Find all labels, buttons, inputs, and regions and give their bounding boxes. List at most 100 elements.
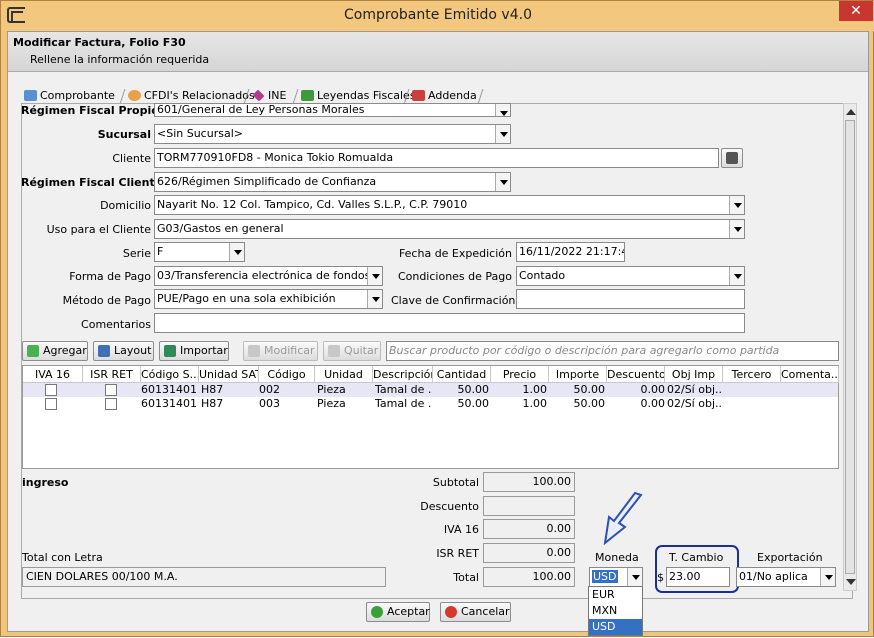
tipo-cambio-label: T. Cambio	[669, 551, 724, 564]
regimen-propio-value: 601/General de Ley Personas Morales	[157, 103, 365, 116]
moneda-select[interactable]: USD	[589, 567, 643, 587]
col-header[interactable]: ISR RET	[83, 366, 141, 383]
col-header[interactable]: IVA 16	[23, 366, 83, 383]
metodo-pago-value: PUE/Pago en una sola exhibición	[157, 292, 336, 305]
aceptar-label: Aceptar	[387, 605, 430, 618]
tipo-comprobante: ingreso	[22, 476, 69, 489]
tipo-cambio-field[interactable]: 23.00	[666, 567, 730, 587]
iva-value: 0.00	[483, 519, 575, 539]
clave-field[interactable]	[516, 289, 745, 309]
iva-checkbox[interactable]	[45, 398, 57, 410]
table-row[interactable]: 60131401 H87 002 Pieza Tamal de ... 50.0…	[23, 383, 838, 397]
cell: 1.00	[522, 383, 548, 396]
col-header[interactable]: Comenta...	[781, 366, 839, 383]
cell: 02/Sí obj...	[667, 383, 723, 396]
exportacion-select[interactable]: 01/No aplica	[736, 567, 836, 587]
importar-button[interactable]: Importar	[159, 341, 229, 361]
uso-value: G03/Gastos en general	[157, 222, 284, 235]
condiciones-select[interactable]: Contado	[516, 266, 745, 286]
col-header[interactable]: Unidad SAT	[199, 366, 259, 383]
product-search-input[interactable]: Buscar producto por código o descripción…	[386, 341, 839, 361]
dropdown-arrow-icon[interactable]	[367, 290, 382, 308]
metodo-pago-select[interactable]: PUE/Pago en una sola exhibición	[154, 289, 383, 309]
cell: 60131401	[141, 397, 197, 410]
dropdown-arrow-icon[interactable]	[367, 267, 382, 285]
isr-checkbox[interactable]	[105, 384, 117, 396]
moneda-option[interactable]: USD	[589, 619, 642, 635]
quitar-button[interactable]: Quitar	[323, 341, 381, 361]
dropdown-arrow-icon[interactable]	[495, 173, 510, 191]
dropdown-arrow-icon[interactable]	[627, 568, 642, 586]
cell: 50.00	[457, 397, 490, 410]
add-icon	[27, 345, 39, 357]
uso-select[interactable]: G03/Gastos en general	[154, 219, 745, 239]
descuento-value	[483, 496, 575, 516]
agregar-button[interactable]: Agregar	[22, 341, 88, 361]
dropdown-arrow-icon[interactable]	[495, 104, 510, 116]
dropdown-arrow-icon[interactable]	[729, 196, 744, 214]
scroll-thumb[interactable]	[845, 120, 855, 574]
cell: 02/Sí obj...	[667, 397, 723, 410]
domicilio-label: Domicilio	[100, 199, 151, 212]
cancelar-button[interactable]: Cancelar	[440, 602, 511, 622]
scroll-up-icon[interactable]	[846, 109, 856, 115]
table-row[interactable]: 60131401 H87 003 Pieza Tamal de ... 50.0…	[23, 397, 838, 411]
col-header[interactable]: Importe	[549, 366, 607, 383]
col-header[interactable]: Tercero	[723, 366, 781, 383]
forma-pago-label: Forma de Pago	[69, 270, 151, 283]
col-header[interactable]: Cantidad	[433, 366, 491, 383]
fecha-field[interactable]: 16/11/2022 21:17:44	[516, 242, 625, 262]
regimen-propio-select[interactable]: 601/General de Ley Personas Morales	[154, 103, 511, 117]
layout-button[interactable]: Layout	[93, 341, 154, 361]
cell: 003	[259, 397, 280, 410]
modificar-button[interactable]: Modificar	[243, 341, 318, 361]
dropdown-arrow-icon[interactable]	[229, 243, 244, 261]
iva-checkbox[interactable]	[45, 384, 57, 396]
moneda-label: Moneda	[595, 551, 639, 564]
isr-checkbox[interactable]	[105, 398, 117, 410]
regimen-cliente-select[interactable]: 626/Régimen Simplificado de Confianza	[154, 172, 511, 192]
fecha-label: Fecha de Expedición	[398, 247, 512, 260]
serie-value: F	[157, 245, 164, 258]
cell: 50.00	[573, 397, 606, 410]
scroll-down-icon[interactable]	[846, 579, 856, 585]
col-header[interactable]: Código S...	[141, 366, 199, 383]
subtotal-label: Subtotal	[432, 476, 479, 489]
regimen-cliente-label: Régimen Fiscal Cliente (*)	[21, 176, 182, 189]
col-header[interactable]: Descuento	[607, 366, 665, 383]
moneda-option[interactable]: EUR	[589, 587, 642, 603]
dropdown-arrow-icon[interactable]	[820, 568, 835, 586]
moneda-option[interactable]: MXN	[589, 603, 642, 619]
col-header[interactable]: Obj Imp	[665, 366, 723, 383]
col-header[interactable]: Descripción	[373, 366, 433, 383]
cell: Tamal de ...	[375, 383, 431, 396]
col-header[interactable]: Unidad	[315, 366, 373, 383]
cancelar-label: Cancelar	[461, 605, 510, 618]
sucursal-select[interactable]: <Sin Sucursal>	[154, 124, 511, 144]
cell: H87	[201, 383, 224, 396]
vertical-scrollbar[interactable]	[843, 103, 857, 591]
dropdown-arrow-icon[interactable]	[729, 267, 744, 285]
dropdown-arrow-icon[interactable]	[495, 125, 510, 143]
total-value: 100.00	[483, 567, 575, 587]
pointer-arrow-icon	[603, 491, 643, 546]
col-header[interactable]: Precio	[491, 366, 549, 383]
forma-pago-select[interactable]: 03/Transferencia electrónica de fondos	[154, 266, 383, 286]
total-label: Total	[453, 571, 479, 584]
sucursal-value: <Sin Sucursal>	[157, 127, 243, 140]
aceptar-button[interactable]: Aceptar	[366, 602, 430, 622]
modificar-label: Modificar	[264, 344, 315, 357]
comentarios-field[interactable]	[154, 313, 745, 333]
quitar-label: Quitar	[344, 344, 379, 357]
isr-value: 0.00	[483, 543, 575, 563]
dropdown-arrow-icon[interactable]	[729, 220, 744, 238]
clave-label: Clave de Confirmación	[391, 294, 516, 307]
serie-select[interactable]: F	[154, 242, 245, 262]
calendar-picker-button[interactable]	[721, 148, 743, 168]
form-area: Régimen Fiscal Propio (*) 601/General de…	[1, 1, 874, 638]
cliente-field[interactable]: TORM770910FD8 - Monica Tokio Romualda	[154, 148, 719, 168]
domicilio-select[interactable]: Nayarit No. 12 Col. Tampico, Cd. Valles …	[154, 195, 745, 215]
edit-icon	[248, 345, 260, 357]
subtotal-value: 100.00	[483, 472, 575, 492]
col-header[interactable]: Código	[259, 366, 315, 383]
